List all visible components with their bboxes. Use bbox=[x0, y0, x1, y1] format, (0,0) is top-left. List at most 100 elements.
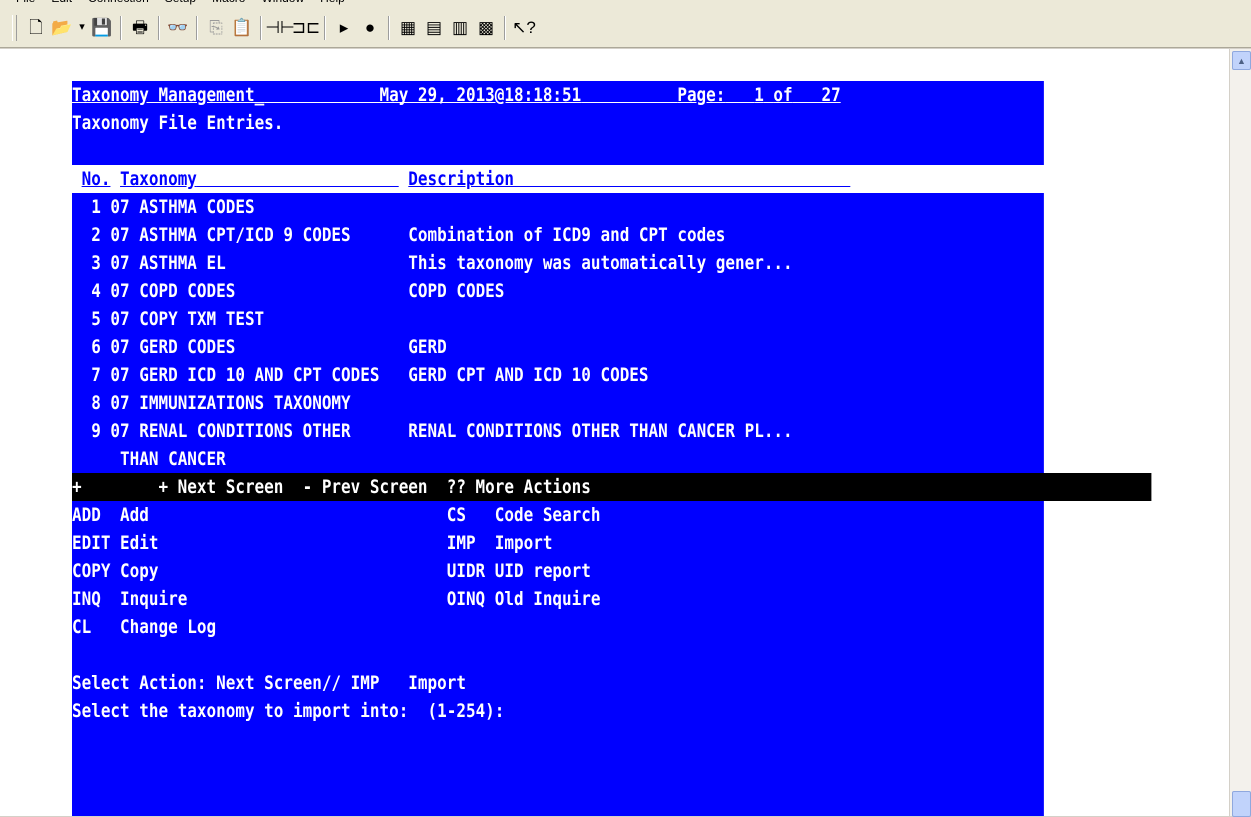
entry-number: 1 bbox=[91, 196, 101, 218]
action-label: Code Search bbox=[494, 504, 601, 526]
taxonomy-name: 07 ASTHMA EL bbox=[110, 252, 226, 274]
toolbar-separator bbox=[260, 15, 262, 40]
list-item[interactable]: 3 07 ASTHMA EL This taxonomy was automatic… bbox=[72, 249, 1227, 277]
list-item[interactable]: 7 07 GERD ICD 10 AND CPT CODES GERD CPT AN… bbox=[72, 361, 1227, 389]
window-cascade-icon[interactable]: ▦ bbox=[395, 15, 421, 41]
action-selection: Import bbox=[408, 672, 466, 694]
taxonomy-name-continuation: THAN CANCER bbox=[120, 448, 226, 470]
next-screen-hint[interactable]: + Next Screen bbox=[158, 473, 283, 501]
copy-icon[interactable]: ⎘ bbox=[203, 15, 229, 41]
menu-item[interactable]: Connection bbox=[88, 0, 149, 5]
entry-number: 3 bbox=[91, 252, 101, 274]
action-code: CL bbox=[72, 616, 92, 638]
list-item-continuation: THAN CANCER bbox=[72, 445, 1227, 473]
terminal-window: Taxonomy Management_ May 29, 2013@18:18:… bbox=[0, 49, 1229, 816]
disconnect-icon[interactable]: ⊐⊏ bbox=[292, 15, 321, 41]
taxonomy-name: 07 GERD CODES bbox=[110, 336, 236, 358]
list-item[interactable]: 4 07 COPD CODES COPD CODES bbox=[72, 277, 1227, 305]
action-label: Import bbox=[494, 532, 553, 554]
save-icon[interactable]: 💾 bbox=[89, 15, 115, 41]
list-item[interactable]: 5 07 COPY TXM TEST bbox=[72, 305, 1227, 333]
action-label: Copy bbox=[120, 560, 159, 582]
dropdown-arrow-icon[interactable]: ▾ bbox=[75, 15, 89, 41]
header-filler-4 bbox=[764, 81, 774, 109]
window-arrange-icon[interactable]: ▥ bbox=[447, 15, 473, 41]
connect-icon[interactable]: ⊣⊢ bbox=[265, 15, 295, 41]
action-code: IMP bbox=[446, 532, 476, 554]
toolbar-separator bbox=[324, 15, 326, 40]
header-row: Taxonomy Management_ May 29, 2013@18:18:… bbox=[72, 81, 1227, 109]
action-prompt-row: Select Action: Next Screen// IMP Import bbox=[72, 669, 1227, 697]
find-icon[interactable]: 👓 bbox=[165, 15, 191, 41]
prev-screen-hint[interactable]: - Prev Screen bbox=[303, 473, 428, 501]
menu-item[interactable]: Window bbox=[261, 0, 304, 5]
taxonomy-name: 07 COPD CODES bbox=[110, 280, 236, 302]
action-code: INQ bbox=[72, 588, 101, 610]
context-help-icon[interactable]: ↖? bbox=[511, 15, 537, 41]
subtitle-row: Taxonomy File Entries. bbox=[72, 109, 1227, 137]
play-macro-icon[interactable]: ▸ bbox=[331, 15, 357, 41]
header-datetime: May 29, 2013@18:18:51 bbox=[379, 84, 582, 106]
entry-number: 5 bbox=[91, 308, 101, 330]
header-filler-3 bbox=[725, 81, 754, 109]
action-code: COPY bbox=[72, 560, 111, 582]
list-item[interactable]: 1 07 ASTHMA CODES bbox=[72, 193, 1227, 221]
window-tile-icon[interactable]: ▤ bbox=[421, 15, 447, 41]
action-prompt: Select Action: Next Screen// IMP bbox=[72, 672, 380, 694]
more-marker: + bbox=[72, 476, 82, 498]
screen-title: Taxonomy Management_ bbox=[72, 84, 265, 106]
action-code: OINQ bbox=[446, 588, 486, 610]
entry-number: 9 bbox=[91, 420, 101, 442]
taxonomy-name: 07 RENAL CONDITIONS OTHER bbox=[110, 420, 351, 442]
record-macro-icon[interactable]: ● bbox=[357, 15, 383, 41]
window-all-icon[interactable]: ▩ bbox=[473, 15, 499, 41]
action-code: ADD bbox=[72, 504, 101, 526]
toolbar: 🗋 📂 ▾ 💾 🖶 👓 ⎘ 📋 ⊣⊢ ⊐⊏ ▸ ● ▦ ▤ ▥ ▩ ↖? bbox=[0, 8, 1251, 48]
action-label: Add bbox=[120, 504, 149, 526]
menu-item[interactable]: Help bbox=[320, 0, 345, 5]
action-code: CS bbox=[446, 504, 466, 526]
action-label: Old Inquire bbox=[494, 588, 601, 610]
toolbar-grip[interactable] bbox=[12, 14, 17, 41]
terminal-screen[interactable]: Taxonomy Management_ May 29, 2013@18:18:… bbox=[72, 81, 1152, 816]
paste-icon[interactable]: 📋 bbox=[229, 15, 255, 41]
print-icon[interactable]: 🖶 bbox=[127, 15, 153, 41]
toolbar-separator bbox=[388, 15, 390, 40]
entry-number: 8 bbox=[91, 392, 101, 414]
taxonomy-description: COPD CODES bbox=[408, 280, 505, 302]
toolbar-separator bbox=[120, 15, 122, 40]
page-number: 1 bbox=[754, 84, 764, 106]
header-filler-5 bbox=[793, 81, 822, 109]
column-header-no: No. bbox=[81, 168, 111, 190]
menu-item[interactable]: File bbox=[16, 0, 35, 5]
taxonomy-description: GERD CPT AND ICD 10 CODES bbox=[408, 364, 649, 386]
scroll-thumb[interactable] bbox=[1232, 791, 1251, 817]
toolbar-separator bbox=[196, 15, 198, 40]
list-item[interactable]: 6 07 GERD CODES GERD bbox=[72, 333, 1227, 361]
menu-item[interactable]: Macro bbox=[212, 0, 245, 5]
menu-bar: File Edit Connection Setup Macro Window Help bbox=[0, 0, 1251, 8]
menu-item[interactable]: Edit bbox=[51, 0, 72, 5]
column-header-underline-2 bbox=[514, 165, 850, 193]
menu-items: File Edit Connection Setup Macro Window Help bbox=[16, 0, 345, 5]
page-total: 27 bbox=[821, 84, 841, 106]
action-label: UID report bbox=[494, 560, 591, 582]
open-folder-icon[interactable]: 📂 bbox=[49, 15, 75, 41]
entry-number: 6 bbox=[91, 336, 101, 358]
toolbar-separator bbox=[504, 15, 506, 40]
taxonomy-description: Combination of ICD9 and CPT codes bbox=[408, 224, 726, 246]
menu-item[interactable]: Setup bbox=[165, 0, 196, 5]
list-item[interactable]: 8 07 IMMUNIZATIONS TAXONOMY bbox=[72, 389, 1227, 417]
command-input[interactable] bbox=[514, 697, 524, 725]
new-document-icon[interactable]: 🗋 bbox=[23, 15, 49, 41]
list-item[interactable]: 9 07 RENAL CONDITIONS OTHER RENAL CONDITIO… bbox=[72, 417, 1227, 445]
more-actions-hint[interactable]: ?? More Actions bbox=[447, 473, 591, 501]
action-code: UIDR bbox=[446, 560, 486, 582]
taxonomy-description: GERD bbox=[408, 336, 447, 358]
taxonomy-description: RENAL CONDITIONS OTHER THAN CANCER PL... bbox=[408, 420, 793, 442]
navigation-bar: + + Next Screen - Prev Screen ?? More Ac… bbox=[72, 473, 1152, 501]
list-item[interactable]: 2 07 ASTHMA CPT/ICD 9 CODES Combination of… bbox=[72, 221, 1227, 249]
vertical-scrollbar[interactable]: ▲ bbox=[1229, 49, 1251, 817]
scroll-up-arrow-icon[interactable]: ▲ bbox=[1232, 51, 1251, 70]
taxonomy-description: This taxonomy was automatically gener... bbox=[408, 252, 793, 274]
